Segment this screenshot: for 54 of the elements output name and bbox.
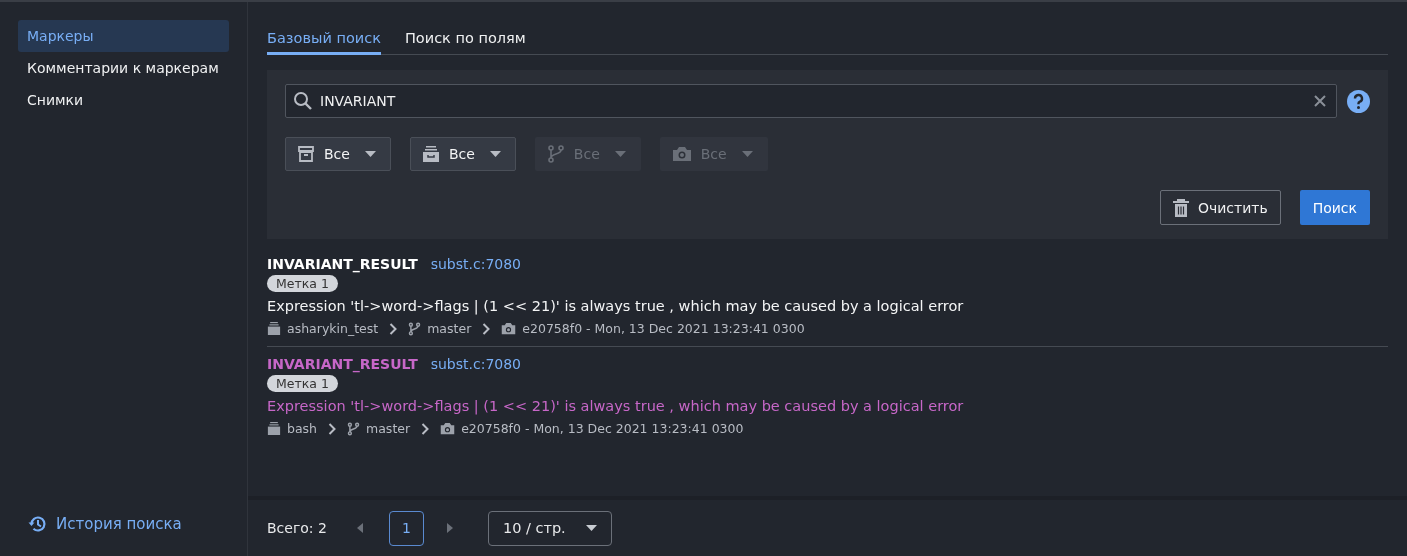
tag: Метка 1 — [267, 375, 338, 392]
caret-icon — [741, 150, 753, 158]
filter-dropdown[interactable]: Все — [285, 137, 391, 171]
page-button[interactable]: 1 — [388, 510, 424, 546]
branch-icon — [408, 321, 422, 336]
tray-icon — [267, 422, 281, 435]
history-icon — [28, 514, 48, 534]
project-name: bash — [287, 421, 318, 436]
camera-icon — [440, 422, 456, 435]
search-button[interactable]: Поиск — [1299, 190, 1370, 225]
tab[interactable]: Поиск по полям — [404, 30, 526, 55]
caret-icon — [364, 150, 376, 158]
clear-icon[interactable] — [1314, 95, 1326, 107]
file-link[interactable]: subst.c:7080 — [430, 356, 522, 372]
caret-icon — [585, 524, 597, 532]
snapshot-info: e20758f0 - Mon, 13 Dec 2021 13:23:41 0300 — [461, 421, 744, 436]
file-link[interactable]: subst.c:7080 — [430, 256, 522, 272]
total-count: Всего: 2 — [267, 520, 327, 536]
caret-icon — [614, 150, 626, 158]
chevron-icon — [328, 422, 337, 435]
filter-dropdown[interactable]: Все — [409, 137, 516, 171]
result-message: Expression 'tl->word->flags | (1 << 21)' is always true , which may be caused by a logical error — [267, 298, 964, 314]
tag: Метка 1 — [267, 275, 338, 292]
box-icon — [297, 145, 315, 163]
branch-icon — [347, 421, 361, 436]
camera-icon — [501, 322, 517, 335]
search-field[interactable]: INVARIANT — [285, 84, 1337, 118]
chevron-icon — [482, 322, 491, 335]
tab[interactable]: Базовый поиск — [267, 30, 381, 55]
help-icon[interactable] — [1347, 89, 1370, 113]
page-size-dropdown[interactable]: 10 / стр. — [487, 510, 612, 546]
result-title[interactable]: INVARIANT_RESULT — [267, 356, 418, 372]
branch-icon — [546, 145, 565, 163]
tray-icon — [421, 145, 440, 163]
sidebar-item[interactable]: Снимки — [18, 84, 229, 116]
result-message: Expression 'tl->word->flags | (1 << 21)' is always true , which may be caused by a logical error — [267, 398, 964, 414]
clear-button[interactable]: Очистить — [1159, 190, 1281, 225]
branch-name: master — [366, 421, 411, 436]
next-page-icon[interactable] — [445, 523, 453, 533]
chevron-icon — [389, 322, 398, 335]
caret-icon — [489, 150, 501, 158]
snapshot-info: e20758f0 - Mon, 13 Dec 2021 13:23:41 0300 — [522, 321, 805, 336]
search-icon — [293, 91, 313, 111]
sidebar-item[interactable]: Маркеры — [18, 20, 229, 52]
chevron-icon — [421, 422, 430, 435]
camera-icon — [671, 145, 692, 163]
project-name: asharykin_test — [287, 321, 379, 336]
trash-icon — [1172, 198, 1189, 217]
sidebar-item[interactable]: Комментарии к маркерам — [18, 52, 229, 84]
tray-icon — [267, 322, 281, 335]
result-title[interactable]: INVARIANT_RESULT — [267, 256, 418, 272]
branch-name: master — [427, 321, 472, 336]
previous-page-icon[interactable] — [356, 523, 364, 533]
search-history-link[interactable]: История поиска — [18, 514, 229, 534]
